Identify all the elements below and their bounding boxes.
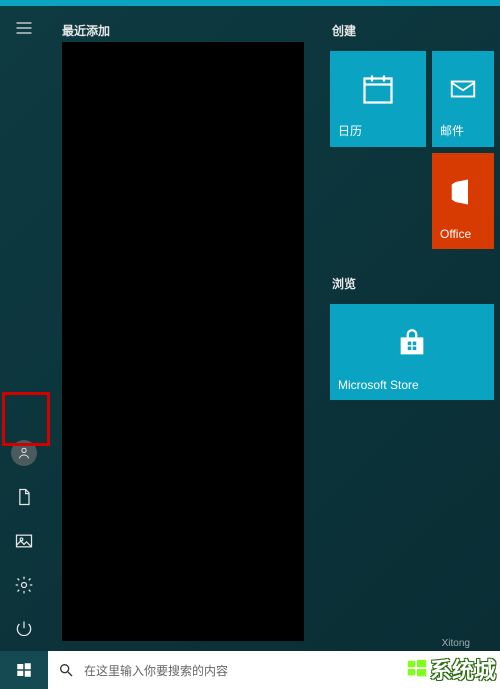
document-icon — [14, 487, 34, 507]
tile-mail[interactable]: 邮件 — [432, 51, 494, 147]
start-rail — [0, 6, 48, 651]
user-button[interactable] — [0, 431, 48, 475]
tile-label: 邮件 — [440, 122, 486, 143]
documents-button[interactable] — [0, 475, 48, 519]
search-placeholder: 在这里输入你要搜索的内容 — [84, 662, 228, 679]
store-icon — [338, 308, 486, 378]
gear-icon — [14, 575, 34, 595]
mail-icon — [440, 55, 486, 122]
hamburger-icon — [14, 18, 34, 38]
settings-button[interactable] — [0, 563, 48, 607]
user-avatar-icon — [11, 440, 37, 466]
calendar-icon — [338, 55, 418, 122]
pictures-button[interactable] — [0, 519, 48, 563]
tile-store[interactable]: Microsoft Store — [330, 304, 494, 400]
expand-button[interactable] — [0, 6, 48, 50]
tile-group-heading-browse[interactable]: 浏览 — [332, 275, 500, 292]
tile-calendar[interactable]: 日历 — [330, 51, 426, 147]
apps-column: 最近添加 — [48, 6, 314, 651]
power-button[interactable] — [0, 607, 48, 651]
tile-group-heading-create[interactable]: 创建 — [332, 22, 500, 39]
tile-label: Office — [440, 227, 486, 245]
tile-office[interactable]: Office — [432, 153, 494, 249]
search-input[interactable]: 在这里输入你要搜索的内容 — [48, 651, 500, 689]
taskbar: 在这里输入你要搜索的内容 — [0, 651, 500, 689]
search-icon — [58, 662, 74, 678]
tile-label: 日历 — [338, 122, 418, 143]
tiles-column: 创建 日历 邮件 — [324, 6, 500, 651]
apps-list[interactable] — [62, 42, 304, 641]
windows-logo-icon — [15, 661, 33, 679]
apps-heading: 最近添加 — [62, 22, 304, 39]
office-icon — [440, 157, 486, 227]
start-menu: 最近添加 创建 日历 邮件 — [0, 6, 500, 651]
start-button[interactable] — [0, 651, 48, 689]
picture-icon — [14, 531, 34, 551]
tile-label: Microsoft Store — [338, 378, 486, 396]
power-icon — [14, 619, 34, 639]
